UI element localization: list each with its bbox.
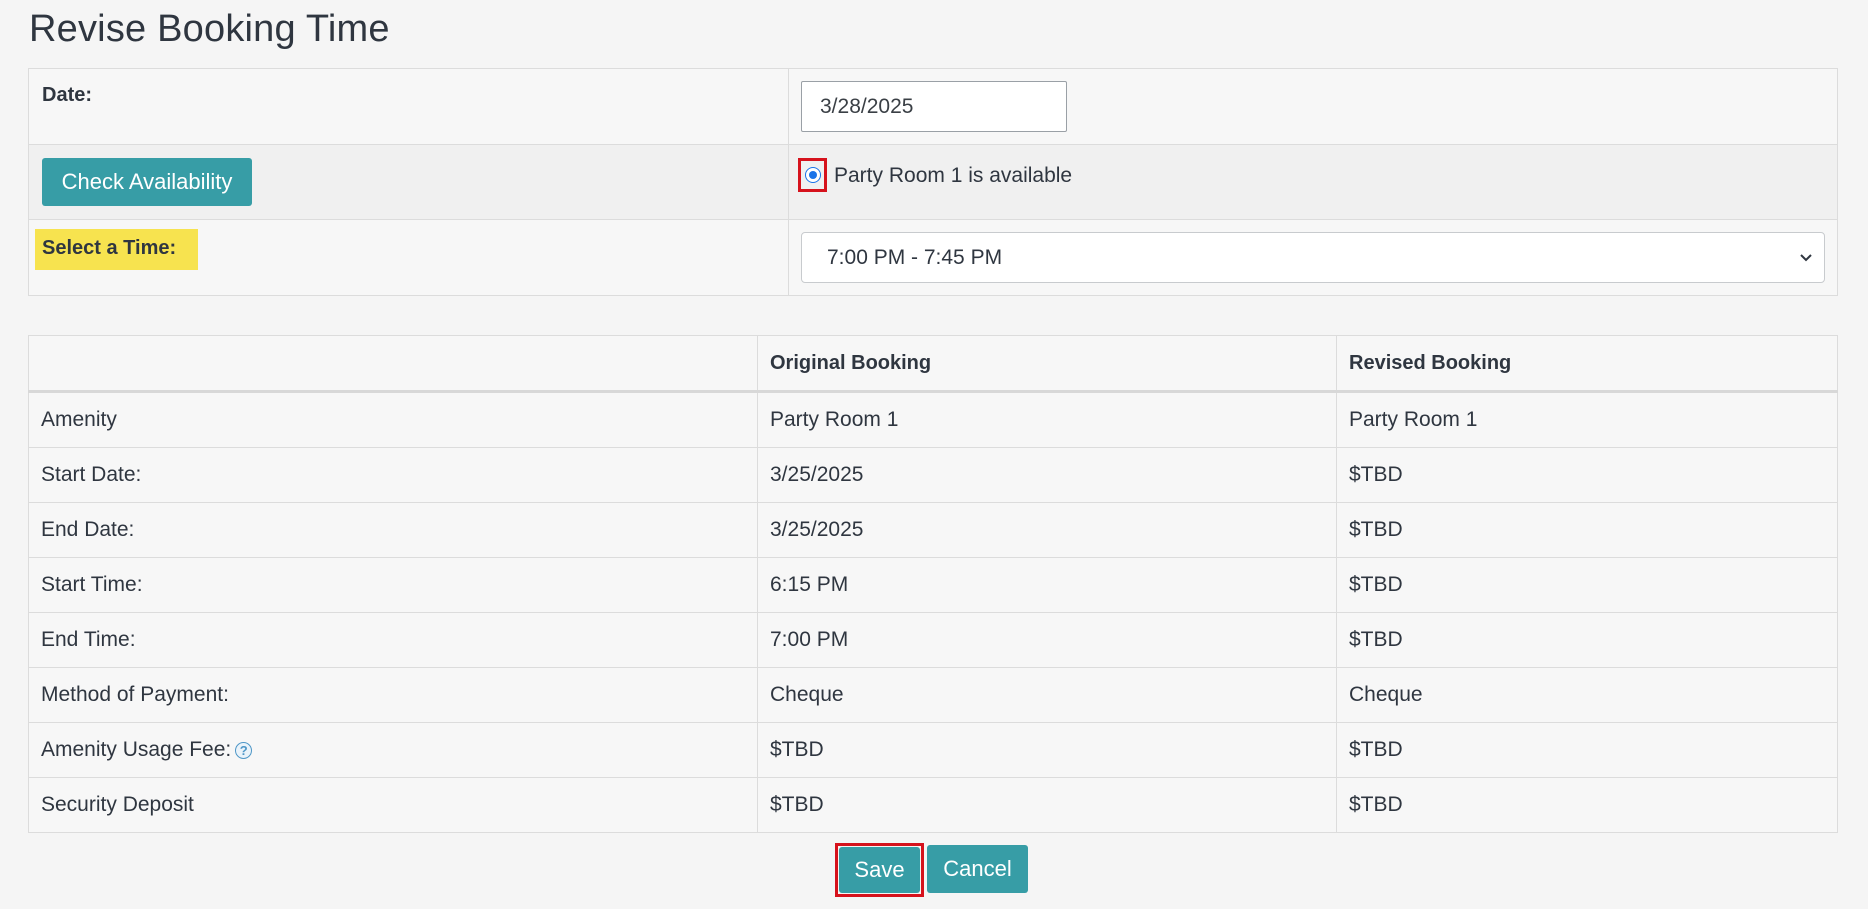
party-room-radio[interactable] xyxy=(805,167,821,183)
row-original: 3/25/2025 xyxy=(757,502,1337,558)
header-revised: Revised Booking xyxy=(1336,335,1838,393)
row-original: 6:15 PM xyxy=(757,557,1337,613)
question-circle-icon[interactable]: ? xyxy=(235,741,253,759)
row-label: End Date: xyxy=(28,502,758,558)
row-revised: $TBD xyxy=(1336,722,1838,778)
date-label: Date: xyxy=(42,84,93,106)
header-label xyxy=(28,335,758,393)
row-label: Start Date: xyxy=(28,447,758,503)
row-original: $TBD xyxy=(757,777,1337,833)
row-revised: $TBD xyxy=(1336,557,1838,613)
row-original: Party Room 1 xyxy=(757,391,1337,448)
availability-option: Party Room 1 is available xyxy=(798,158,1837,198)
time-row: Select a Time: 7:00 PM - 7:45 PM xyxy=(28,219,1838,296)
date-input[interactable] xyxy=(801,81,1067,132)
table-row: Amenity Party Room 1 Party Room 1 xyxy=(28,391,1838,448)
row-label: Amenity xyxy=(28,391,758,448)
table-row: Method of Payment: Cheque Cheque xyxy=(28,667,1838,723)
row-label: Method of Payment: xyxy=(28,667,758,723)
chevron-down-icon xyxy=(1800,254,1812,262)
row-label: Amenity Usage Fee: xyxy=(41,738,232,761)
availability-text: Party Room 1 is available xyxy=(834,164,1073,187)
cancel-button[interactable]: Cancel xyxy=(927,845,1028,893)
row-original: $TBD xyxy=(757,722,1337,778)
table-row: Amenity Usage Fee:? $TBD $TBD xyxy=(28,722,1838,778)
booking-comparison-table: Original Booking Revised Booking Amenity… xyxy=(28,335,1838,833)
table-row: End Date: 3/25/2025 $TBD xyxy=(28,502,1838,558)
booking-form-table: Date: Check Availability Party Room 1 is… xyxy=(28,68,1838,296)
row-original: 7:00 PM xyxy=(757,612,1337,668)
table-row: Security Deposit $TBD $TBD xyxy=(28,777,1838,833)
table-row: Start Time: 6:15 PM $TBD xyxy=(28,557,1838,613)
row-label: End Time: xyxy=(28,612,758,668)
select-time-label: Select a Time: xyxy=(35,229,199,270)
row-original: 3/25/2025 xyxy=(757,447,1337,503)
row-label: Start Time: xyxy=(28,557,758,613)
row-original: Cheque xyxy=(757,667,1337,723)
table-header-row: Original Booking Revised Booking xyxy=(28,335,1838,393)
row-revised: $TBD xyxy=(1336,502,1838,558)
check-availability-button[interactable]: Check Availability xyxy=(42,158,252,206)
table-row: Start Date: 3/25/2025 $TBD xyxy=(28,447,1838,503)
row-revised: Party Room 1 xyxy=(1336,391,1838,448)
page-title: Revise Booking Time xyxy=(29,8,390,50)
time-select-value: 7:00 PM - 7:45 PM xyxy=(827,246,1003,269)
date-row: Date: xyxy=(28,68,1838,145)
row-revised: $TBD xyxy=(1336,777,1838,833)
availability-row: Check Availability Party Room 1 is avail… xyxy=(28,144,1838,220)
row-revised: $TBD xyxy=(1336,447,1838,503)
time-select[interactable]: 7:00 PM - 7:45 PM xyxy=(801,232,1825,283)
row-revised: Cheque xyxy=(1336,667,1838,723)
revise-booking-page: Revise Booking Time Date: Check Availabi… xyxy=(0,0,1868,909)
row-label: Security Deposit xyxy=(28,777,758,833)
table-row: End Time: 7:00 PM $TBD xyxy=(28,612,1838,668)
header-original: Original Booking xyxy=(757,335,1337,393)
row-revised: $TBD xyxy=(1336,612,1838,668)
save-button[interactable]: Save xyxy=(839,847,920,893)
